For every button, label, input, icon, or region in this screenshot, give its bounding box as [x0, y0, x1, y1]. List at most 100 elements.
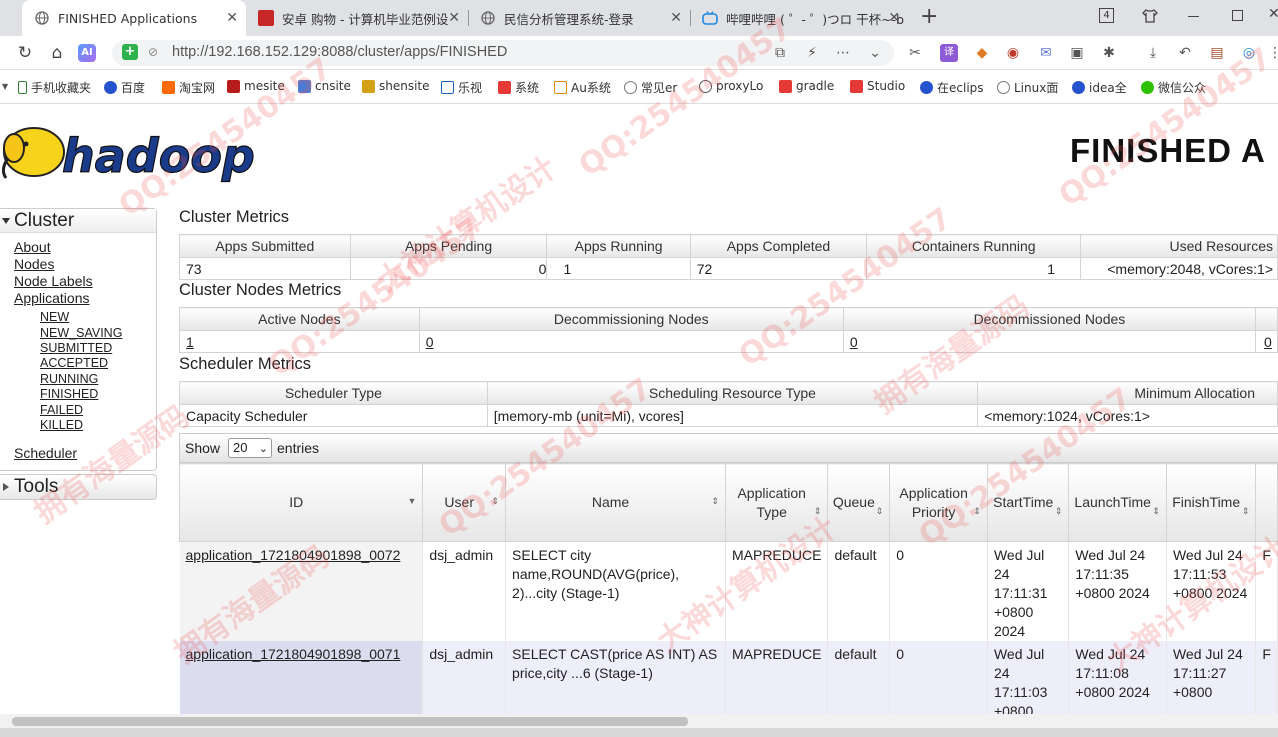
shield-icon[interactable]: + — [122, 44, 138, 60]
tab-finished-applications[interactable]: FINISHED Applications ✕ — [22, 0, 246, 36]
new-tab-button[interactable]: + — [920, 4, 938, 29]
reload-icon[interactable]: ↻ — [14, 42, 36, 64]
bookmark-item[interactable]: 百度 — [104, 79, 145, 96]
cluster-nav-header[interactable]: Cluster — [0, 209, 156, 233]
more-icon[interactable]: ⋯ — [834, 44, 852, 62]
scissors-icon[interactable]: ✂ — [906, 44, 924, 62]
entries-select[interactable]: 20 ⌄ — [228, 438, 272, 458]
bookmark-item[interactable]: mesite — [227, 79, 285, 93]
bookmark-item[interactable]: Studio — [850, 79, 905, 93]
app-id-cell: application_1721804901898_0072 — [179, 541, 424, 641]
horizontal-scrollbar[interactable] — [0, 714, 1278, 728]
bookmark-item[interactable]: gradle — [779, 79, 834, 93]
column-header-id[interactable]: ID ▼ — [178, 463, 424, 542]
close-tab-icon[interactable]: ✕ — [226, 10, 238, 26]
nav-app-failed[interactable]: FAILED — [40, 403, 83, 417]
nav-about[interactable]: About — [14, 239, 51, 255]
column-header-type[interactable]: Application Type ⇕ — [724, 463, 829, 542]
tools-nav-header[interactable]: Tools — [0, 474, 157, 500]
shirt-icon[interactable] — [1142, 8, 1158, 24]
tab-count-badge[interactable]: 4 — [1099, 8, 1114, 23]
lightning-icon[interactable]: ⚡ — [803, 44, 821, 62]
bookmark-item[interactable]: cnsite — [298, 79, 351, 93]
csdn-icon — [498, 81, 511, 94]
nav-scheduler[interactable]: Scheduler — [14, 445, 77, 461]
chevron-down-icon[interactable]: ⌄ — [866, 44, 884, 62]
url-text[interactable]: http://192.168.152.129:8088/cluster/apps… — [172, 44, 507, 60]
column-header-priority[interactable]: Application Priority ⇕ — [889, 463, 988, 542]
column-header: Containers Running — [866, 234, 1082, 258]
decommissioning-nodes-link[interactable]: 0 — [426, 334, 434, 350]
eye-extension-icon[interactable]: ◉ — [1004, 44, 1022, 62]
scheduler-metrics-table: Scheduler Type Scheduling Resource Type … — [179, 381, 1278, 427]
tab-login[interactable]: 民信分析管理系统-登录 ✕ — [468, 0, 690, 36]
active-nodes-link[interactable]: 1 — [186, 334, 194, 350]
menu-icon[interactable]: ⋮ — [1266, 44, 1278, 62]
nav-app-killed[interactable]: KILLED — [40, 418, 83, 432]
lost-nodes-link[interactable]: 0 — [1264, 334, 1272, 350]
bookmark-item[interactable]: 常见er — [624, 79, 677, 96]
puzzle-icon[interactable]: ✱ — [1100, 44, 1118, 62]
app-id-link[interactable]: application_1721804901898_0071 — [186, 646, 401, 662]
close-tab-icon[interactable]: ✕ — [448, 10, 460, 26]
column-header-finishtime[interactable]: FinishTime ⇕ — [1165, 463, 1257, 542]
ai-assistant-icon[interactable]: AI — [78, 44, 96, 62]
mail-extension-icon[interactable]: ✉ — [1037, 44, 1055, 62]
scheduler-metrics-title: Scheduler Metrics — [179, 355, 312, 373]
shensite-icon — [362, 79, 375, 93]
nav-nodes[interactable]: Nodes — [14, 256, 54, 272]
bookmark-item[interactable]: 微信公众 — [1141, 79, 1206, 96]
bookmark-item[interactable]: 淘宝网 — [162, 79, 215, 96]
tab-bilibili[interactable]: 哔哩哔哩 ( ゜- ゜)つロ 干杯~-b ✕ — [690, 0, 908, 36]
undo-icon[interactable]: ↶ — [1176, 44, 1194, 62]
bookmark-item[interactable]: 手机收藏夹 — [18, 79, 91, 96]
close-window-icon[interactable]: ✕ — [1268, 6, 1278, 22]
sort-desc-icon: ▼ — [407, 496, 417, 506]
download-icon[interactable]: ⤓ — [1144, 44, 1162, 62]
nav-app-new-saving[interactable]: NEW_SAVING — [40, 326, 122, 340]
nav-app-new[interactable]: NEW — [40, 310, 69, 324]
restore-icon[interactable] — [1232, 10, 1243, 21]
hadoop-logo[interactable]: hadoop — [0, 112, 290, 192]
fox-extension-icon[interactable]: ◆ — [973, 44, 991, 62]
scheduler-value: [memory-mb (unit=Mi), vcores] — [486, 404, 979, 427]
bookmark-arrow-icon[interactable]: ▼ — [2, 82, 8, 91]
column-header-queue[interactable]: Queue ⇕ — [827, 463, 891, 542]
sync-icon[interactable]: ◎ — [1240, 44, 1258, 62]
close-tab-icon[interactable]: ✕ — [888, 10, 900, 26]
bookmark-item[interactable]: Au系统 — [554, 79, 611, 96]
nav-app-submitted[interactable]: SUBMITTED — [40, 341, 112, 355]
close-tab-icon[interactable]: ✕ — [670, 10, 682, 26]
translate-icon[interactable]: ⧉ — [771, 44, 789, 62]
nav-applications[interactable]: Applications — [14, 290, 90, 306]
tab-title: 民信分析管理系统-登录 — [504, 11, 634, 27]
nav-app-finished[interactable]: FINISHED — [40, 387, 98, 401]
translate-ext-icon[interactable]: 译 — [940, 44, 958, 62]
minimize-icon[interactable] — [1188, 16, 1199, 18]
column-header-launchtime[interactable]: LaunchTime ⇕ — [1068, 463, 1167, 542]
window-extension-icon[interactable]: ▣ — [1068, 44, 1086, 62]
bookmark-item[interactable]: idea全 — [1072, 79, 1127, 96]
logo-text: hadoop — [62, 129, 255, 183]
column-header-extra[interactable] — [1255, 463, 1278, 542]
scrollbar-thumb[interactable] — [12, 717, 688, 726]
insecure-icon[interactable]: ⊘ — [148, 45, 158, 59]
bookmark-item[interactable]: 在eclips — [920, 79, 984, 96]
app-id-link[interactable]: application_1721804901898_0072 — [186, 547, 401, 563]
column-header-user[interactable]: User ⇕ — [422, 463, 507, 542]
column-header: Active Nodes — [179, 307, 420, 331]
bookmark-item[interactable]: shensite — [362, 79, 430, 93]
bookmark-item[interactable]: 系统 — [498, 79, 539, 96]
bookmark-item[interactable]: proxyLo — [699, 79, 763, 93]
column-header-starttime[interactable]: StartTime ⇕ — [986, 463, 1070, 542]
nav-node-labels[interactable]: Node Labels — [14, 273, 93, 289]
bookmark-item[interactable]: 乐视 — [441, 79, 482, 96]
tab-android-shop[interactable]: 安卓 购物 - 计算机毕业范例设 ✕ — [246, 0, 468, 36]
bookmark-item[interactable]: Linux面 — [997, 79, 1058, 96]
briefcase-icon[interactable]: ▤ — [1208, 44, 1226, 62]
nav-app-running[interactable]: RUNNING — [40, 372, 98, 386]
column-header-name[interactable]: Name ⇕ — [505, 463, 726, 542]
decommissioned-nodes-link[interactable]: 0 — [850, 334, 858, 350]
home-icon[interactable]: ⌂ — [46, 42, 68, 64]
nav-app-accepted[interactable]: ACCEPTED — [40, 356, 108, 370]
